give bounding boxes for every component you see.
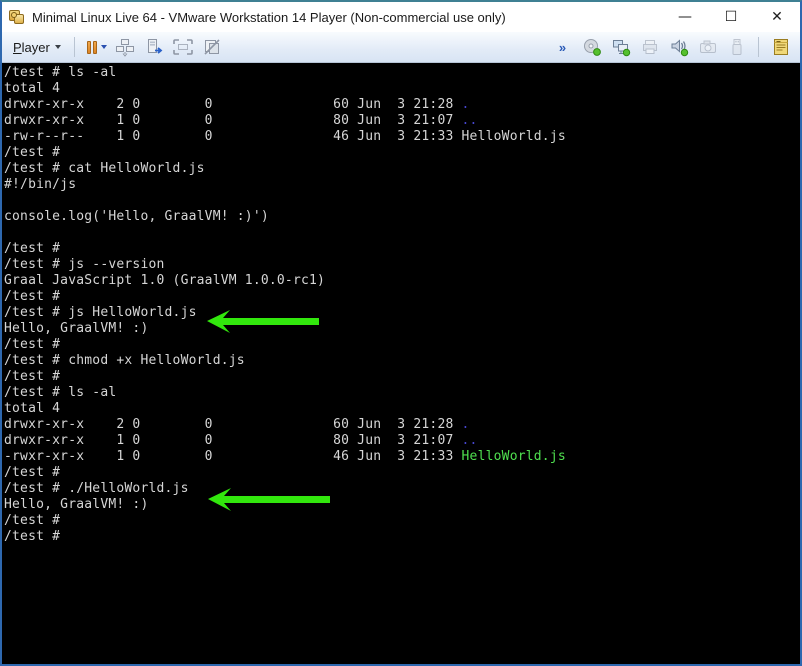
terminal-line: -rw-r--r-- 1 0 0 46 Jun 3 21:33 HelloWor… [4,129,800,145]
terminal-line: /test # ls -al [4,385,800,401]
toolbar: Player [2,32,800,63]
cd-drive-button[interactable] [578,35,605,60]
connected-status-dot [623,49,629,55]
terminal-line: /test # [4,369,800,385]
library-notes-button[interactable] [767,35,794,60]
manage-devices-icon [144,37,164,57]
terminal-line: /test # ./HelloWorld.js [4,481,800,497]
terminal-line: /test # [4,337,800,353]
terminal-line: /test # [4,529,800,545]
terminal-line: /test # js --version [4,257,800,273]
terminal-line: total 4 [4,401,800,417]
terminal-line: /test # [4,465,800,481]
camera-icon [698,37,718,57]
maximize-icon: ☐ [725,9,738,25]
terminal-line: -rwxr-xr-x 1 0 0 46 Jun 3 21:33 HelloWor… [4,449,800,465]
terminal-line: total 4 [4,81,800,97]
fullscreen-icon [172,37,194,57]
terminal-line: drwxr-xr-x 1 0 0 80 Jun 3 21:07 .. [4,113,800,129]
connected-status-dot [593,49,600,56]
terminal-line: #!/bin/js [4,177,800,193]
terminal-screen[interactable]: /test # ls -altotal 4drwxr-xr-x 2 0 0 60… [2,63,800,664]
terminal-line: /test # ls -al [4,65,800,81]
send-ctrl-alt-del-button[interactable] [112,35,139,60]
printer-icon [640,37,660,57]
terminal-line: /test # js HelloWorld.js [4,305,800,321]
chevron-down-icon [55,45,61,49]
terminal-line: drwxr-xr-x 2 0 0 60 Jun 3 21:28 . [4,97,800,113]
vmware-app-icon [8,9,26,25]
minimize-icon: — [678,9,692,25]
close-icon: ✕ [771,9,783,25]
terminal-line: drwxr-xr-x 2 0 0 60 Jun 3 21:28 . [4,417,800,433]
cd-drive-icon [582,37,602,57]
manage-devices-button[interactable] [141,35,168,60]
window-title: Minimal Linux Live 64 - VMware Workstati… [32,10,506,25]
terminal-line: drwxr-xr-x 1 0 0 80 Jun 3 21:07 .. [4,433,800,449]
terminal-line: /test # cat HelloWorld.js [4,161,800,177]
terminal-line: Hello, GraalVM! :) [4,497,800,513]
terminal-line: /test # [4,145,800,161]
terminal-line: /test # [4,513,800,529]
send-ctrl-alt-del-icon [115,37,135,57]
chevron-down-icon [101,45,107,49]
toolbar-separator [758,37,759,57]
player-menu[interactable]: Player [8,38,66,57]
fullscreen-button[interactable] [170,35,197,60]
double-chevron-icon: » [555,40,570,55]
player-menu-label: Player [13,40,50,55]
usb-device-icon [727,37,747,57]
terminal-line [4,193,800,209]
terminal-line: Hello, GraalVM! :) [4,321,800,337]
camera-button[interactable] [694,35,721,60]
toolbar-separator [74,37,75,57]
terminal-line: /test # [4,241,800,257]
terminal-line: /test # chmod +x HelloWorld.js [4,353,800,369]
sound-icon [669,37,689,57]
maximize-button[interactable]: ☐ [708,2,754,32]
network-displays-icon [611,37,631,57]
toolbar-overflow-button[interactable]: » [549,35,576,60]
minimize-button[interactable]: — [662,2,708,32]
library-notes-icon [771,37,791,57]
close-button[interactable]: ✕ [754,2,800,32]
terminal-line [4,225,800,241]
sound-button[interactable] [665,35,692,60]
vmware-player-window: Minimal Linux Live 64 - VMware Workstati… [0,0,802,666]
terminal-line: /test # [4,289,800,305]
network-displays-button[interactable] [607,35,634,60]
unity-button[interactable] [199,35,226,60]
terminal-line: console.log('Hello, GraalVM! :)') [4,209,800,225]
suspend-button[interactable] [83,39,110,56]
title-bar[interactable]: Minimal Linux Live 64 - VMware Workstati… [2,2,800,32]
usb-device-button[interactable] [723,35,750,60]
window-controls: — ☐ ✕ [662,2,800,32]
terminal-line: Graal JavaScript 1.0 (GraalVM 1.0.0-rc1) [4,273,800,289]
printer-button[interactable] [636,35,663,60]
pause-icon [87,41,91,54]
connected-status-dot [681,49,687,55]
unity-icon [202,37,222,57]
